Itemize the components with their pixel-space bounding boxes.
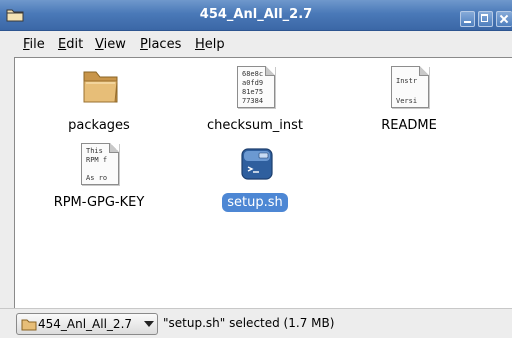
file-item-packages[interactable]: packages — [49, 66, 149, 136]
chevron-down-icon — [144, 321, 154, 327]
menu-view[interactable]: View — [95, 37, 126, 52]
file-name: packages — [68, 118, 130, 133]
folder-icon — [83, 71, 118, 103]
text-file-icon: 68e8c a0fd9 81e75 77384 — [237, 66, 275, 108]
minimize-button[interactable] — [460, 11, 475, 27]
close-button[interactable] — [496, 11, 512, 27]
shell-script-icon — [241, 148, 273, 180]
menu-file[interactable]: File — [23, 37, 45, 52]
menu-edit[interactable]: Edit — [58, 37, 83, 52]
folder-icon — [21, 319, 37, 331]
file-manager-window: 454_Anl_All_2.7 File Edit View Places He… — [0, 0, 512, 338]
file-name: README — [381, 118, 437, 133]
status-message: "setup.sh" selected (1.7 MB) — [163, 316, 335, 330]
file-name: setup.sh — [222, 193, 288, 212]
file-item-setup-sh[interactable]: setup.sh — [205, 143, 305, 213]
window-title: 454_Anl_All_2.7 — [199, 7, 313, 22]
file-item-checksum-inst[interactable]: 68e8c a0fd9 81e75 77384 checksum_inst — [205, 66, 305, 136]
status-bar: 454_Anl_All_2.7 "setup.sh" selected (1.7… — [0, 308, 512, 338]
file-item-rpm-gpg-key[interactable]: This RPM f As ro RPM-GPG-KEY — [49, 143, 149, 213]
maximize-button[interactable] — [478, 11, 493, 27]
text-file-icon: Instr Versi — [391, 66, 429, 108]
location-dropdown[interactable]: 454_Anl_All_2.7 — [16, 313, 158, 335]
file-name: RPM-GPG-KEY — [53, 195, 145, 210]
menu-places[interactable]: Places — [140, 37, 181, 52]
file-name: checksum_inst — [207, 118, 303, 133]
file-item-readme[interactable]: Instr Versi README — [359, 66, 459, 136]
location-label: 454_Anl_All_2.7 — [38, 317, 133, 331]
text-file-icon: This RPM f As ro — [81, 143, 119, 185]
title-bar[interactable]: 454_Anl_All_2.7 — [0, 0, 512, 31]
file-icon-view[interactable]: packages 68e8c a0fd9 81e75 77384 checksu… — [14, 57, 512, 308]
menu-bar: File Edit View Places Help — [0, 31, 512, 57]
menu-help[interactable]: Help — [195, 37, 225, 52]
